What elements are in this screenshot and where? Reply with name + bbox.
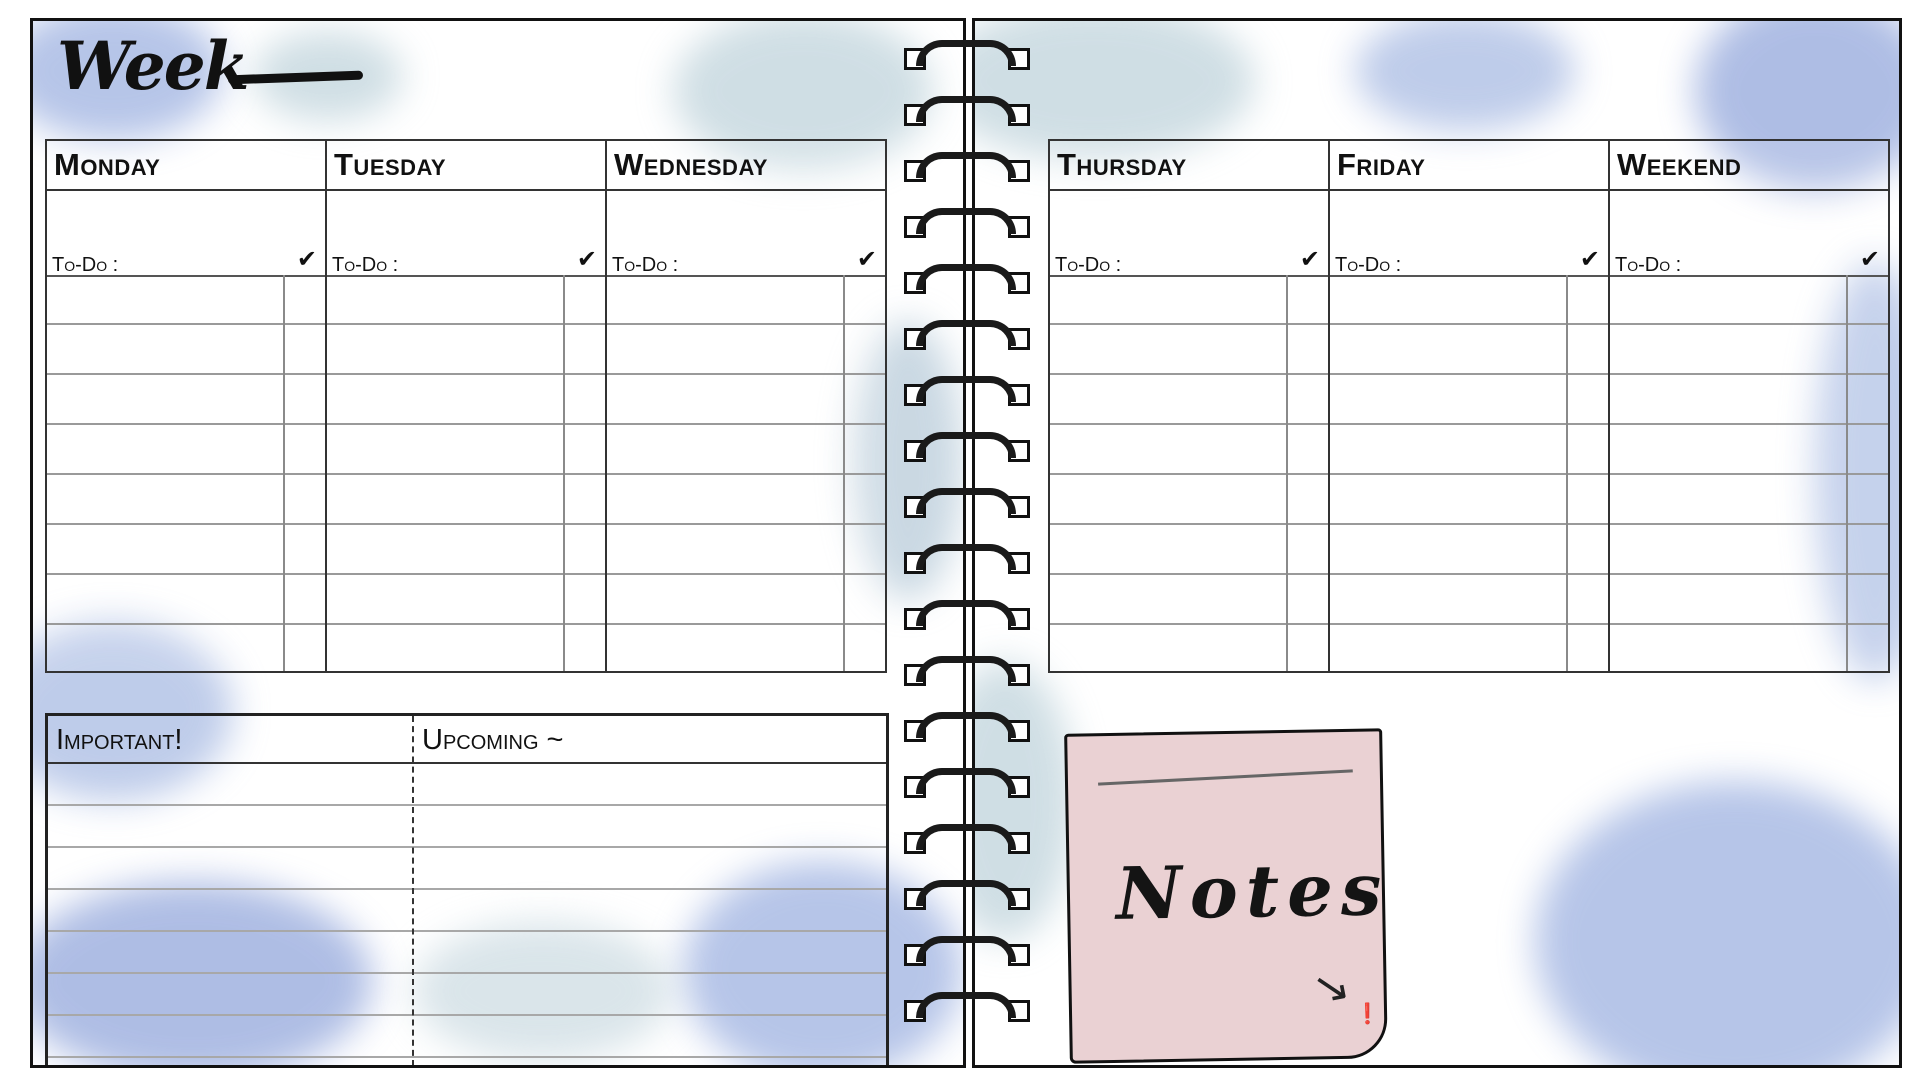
- check-column-divider: [283, 275, 285, 671]
- watercolor-splash: [1535, 781, 1899, 1065]
- binding-ring: [902, 264, 1032, 300]
- binding-ring: [902, 432, 1032, 468]
- binding-ring: [902, 600, 1032, 636]
- right-page: Thursday To-Do : ✔ Friday To-Do : ✔ Week…: [972, 18, 1902, 1068]
- check-column-divider: [1286, 275, 1288, 671]
- todo-header-row: To-Do : ✔: [1050, 189, 1328, 277]
- checkmark-icon: ✔: [856, 245, 877, 273]
- important-heading: Important!: [48, 716, 414, 764]
- day-column-friday: Friday To-Do : ✔: [1328, 139, 1610, 673]
- check-column-divider: [843, 275, 845, 671]
- day-column-tuesday: Tuesday To-Do : ✔: [325, 139, 607, 673]
- day-column-wednesday: Wednesday To-Do : ✔: [605, 139, 887, 673]
- left-page: Week Monday To-Do : ✔ Tuesday To-Do : ✔ …: [30, 18, 966, 1068]
- checkmark-icon: ✔: [576, 245, 597, 273]
- day-heading: Wednesday: [607, 141, 885, 191]
- checkmark-icon: ✔: [1579, 245, 1600, 273]
- todo-label: To-Do :: [612, 254, 679, 276]
- todo-label: To-Do :: [1055, 254, 1122, 276]
- check-column-divider: [563, 275, 565, 671]
- binding-ring: [902, 96, 1032, 132]
- check-column-divider: [1566, 275, 1568, 671]
- box-divider: [412, 716, 416, 1065]
- day-heading: Tuesday: [327, 141, 605, 191]
- day-column-monday: Monday To-Do : ✔: [45, 139, 327, 673]
- binding-ring: [902, 768, 1032, 804]
- binding-ring: [902, 152, 1032, 188]
- week-number-line[interactable]: [227, 70, 364, 85]
- binding-ring: [902, 936, 1032, 972]
- todo-header-row: To-Do : ✔: [47, 189, 325, 277]
- todo-header-row: To-Do : ✔: [607, 189, 885, 277]
- day-heading: Weekend: [1610, 141, 1888, 191]
- watercolor-splash: [1355, 21, 1575, 131]
- binding-ring: [902, 488, 1032, 524]
- important-upcoming-box: Important! Upcoming ~: [45, 713, 889, 1065]
- day-column-thursday: Thursday To-Do : ✔: [1048, 139, 1330, 673]
- box-lines[interactable]: [48, 764, 886, 1065]
- binding-ring: [902, 544, 1032, 580]
- day-heading: Monday: [47, 141, 325, 191]
- binding-ring: [902, 376, 1032, 412]
- todo-header-row: To-Do : ✔: [1610, 189, 1888, 277]
- day-heading: Friday: [1330, 141, 1608, 191]
- check-column-divider: [1846, 275, 1848, 671]
- binding-ring: [902, 824, 1032, 860]
- todo-label: To-Do :: [1335, 254, 1402, 276]
- notes-label: Notes: [1115, 846, 1391, 936]
- binding-ring: [902, 992, 1032, 1028]
- binding-ring: [902, 320, 1032, 356]
- day-column-weekend: Weekend To-Do : ✔: [1608, 139, 1890, 673]
- upcoming-heading: Upcoming ~: [414, 716, 886, 764]
- todo-label: To-Do :: [332, 254, 399, 276]
- checkmark-icon: ✔: [296, 245, 317, 273]
- binding-ring: [902, 40, 1032, 76]
- day-heading: Thursday: [1050, 141, 1328, 191]
- binding-ring: [902, 880, 1032, 916]
- heart-icon: ❗: [1354, 1001, 1381, 1026]
- checkmark-icon: ✔: [1859, 245, 1880, 273]
- notes-sticky-note[interactable]: Notes → ❗: [1064, 728, 1391, 1064]
- binding-ring: [902, 712, 1032, 748]
- binding-ring: [902, 656, 1032, 692]
- todo-label: To-Do :: [52, 254, 119, 276]
- todo-header-row: To-Do : ✔: [327, 189, 605, 277]
- arrow-icon: →: [1302, 956, 1362, 1020]
- todo-label: To-Do :: [1615, 254, 1682, 276]
- todo-header-row: To-Do : ✔: [1330, 189, 1608, 277]
- checkmark-icon: ✔: [1299, 245, 1320, 273]
- spiral-binding: [902, 40, 1032, 1040]
- week-title: Week: [57, 27, 249, 105]
- sticky-fold-line: [1098, 769, 1353, 786]
- binding-ring: [902, 208, 1032, 244]
